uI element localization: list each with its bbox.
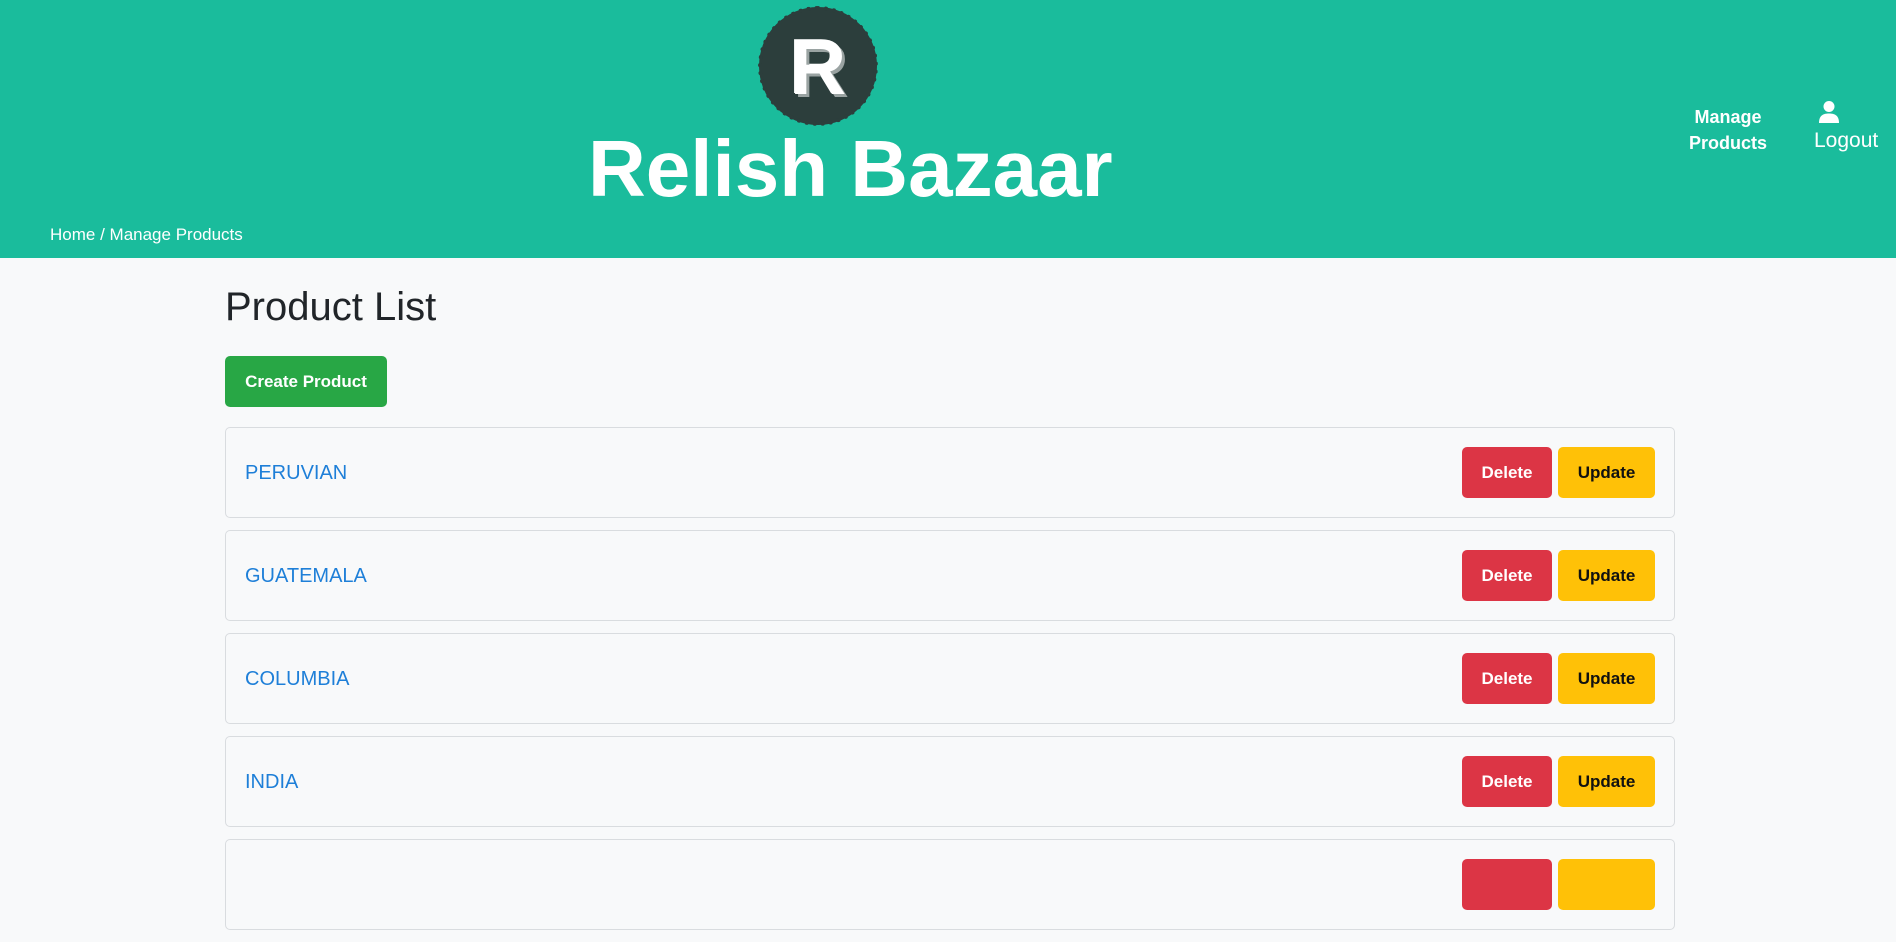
delete-button[interactable]: Delete <box>1462 756 1552 807</box>
product-list: PERUVIAN Delete Update GUATEMALA Delete … <box>225 427 1675 942</box>
product-name-link[interactable]: COLUMBIA <box>245 666 349 692</box>
logo-letter: R <box>789 23 847 111</box>
product-name-link[interactable]: PERUVIAN <box>245 460 347 486</box>
create-product-button[interactable]: Create Product <box>225 356 387 407</box>
product-row: INDIA Delete Update <box>225 736 1675 827</box>
page-title: Product List <box>225 285 437 329</box>
breadcrumb-home[interactable]: Home <box>50 225 95 244</box>
update-button[interactable]: Update <box>1558 653 1655 704</box>
user-icon <box>1819 101 1839 123</box>
delete-button[interactable] <box>1462 859 1552 910</box>
product-row: GUATEMALA Delete Update <box>225 530 1675 621</box>
update-button[interactable] <box>1558 859 1655 910</box>
delete-button[interactable]: Delete <box>1462 550 1552 601</box>
product-row: COLUMBIA Delete Update <box>225 633 1675 724</box>
nav-manage-products[interactable]: Manage Products <box>1680 104 1776 156</box>
product-name-link[interactable]: GUATEMALA <box>245 563 367 589</box>
breadcrumb: Home / Manage Products <box>50 224 243 246</box>
nav-logout[interactable]: Logout <box>1814 100 1886 154</box>
logout-label: Logout <box>1814 129 1879 152</box>
brand-logo[interactable]: R <box>758 6 878 126</box>
breadcrumb-separator: / <box>95 225 110 244</box>
product-name-link[interactable]: INDIA <box>245 769 298 795</box>
product-row <box>225 839 1675 930</box>
breadcrumb-current: Manage Products <box>109 225 243 244</box>
update-button[interactable]: Update <box>1558 756 1655 807</box>
product-row: PERUVIAN Delete Update <box>225 427 1675 518</box>
site-header: R Relish Bazaar Manage Products Logout H… <box>0 0 1896 258</box>
delete-button[interactable]: Delete <box>1462 447 1552 498</box>
update-button[interactable]: Update <box>1558 447 1655 498</box>
brand-title: Relish Bazaar <box>588 124 1113 213</box>
update-button[interactable]: Update <box>1558 550 1655 601</box>
delete-button[interactable]: Delete <box>1462 653 1552 704</box>
